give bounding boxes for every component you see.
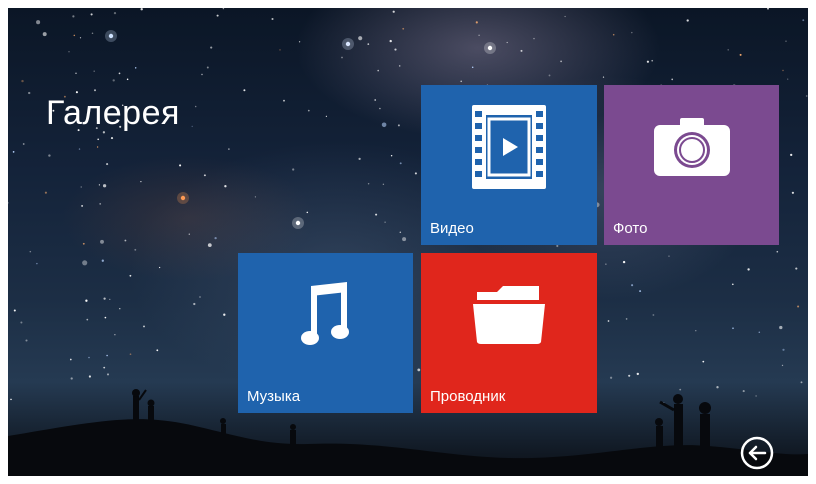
page-title: Галерея bbox=[46, 94, 180, 132]
tile-photo[interactable]: Фото bbox=[604, 85, 779, 245]
tile-video[interactable]: Видео bbox=[421, 85, 597, 245]
tile-music[interactable]: Музыка bbox=[238, 253, 413, 413]
back-button[interactable] bbox=[740, 436, 774, 470]
tile-music-label: Музыка bbox=[247, 388, 301, 405]
gallery-screen: Галерея Видео Фото Музыка Проводник bbox=[8, 8, 808, 476]
back-arrow-icon bbox=[740, 436, 774, 470]
folder-icon bbox=[421, 253, 597, 377]
camera-icon bbox=[604, 85, 779, 209]
tile-explorer[interactable]: Проводник bbox=[421, 253, 597, 413]
tile-explorer-label: Проводник bbox=[430, 388, 506, 405]
tile-video-label: Видео bbox=[430, 220, 474, 237]
music-note-icon bbox=[238, 253, 413, 377]
film-play-icon bbox=[421, 85, 597, 209]
tile-photo-label: Фото bbox=[613, 220, 648, 237]
